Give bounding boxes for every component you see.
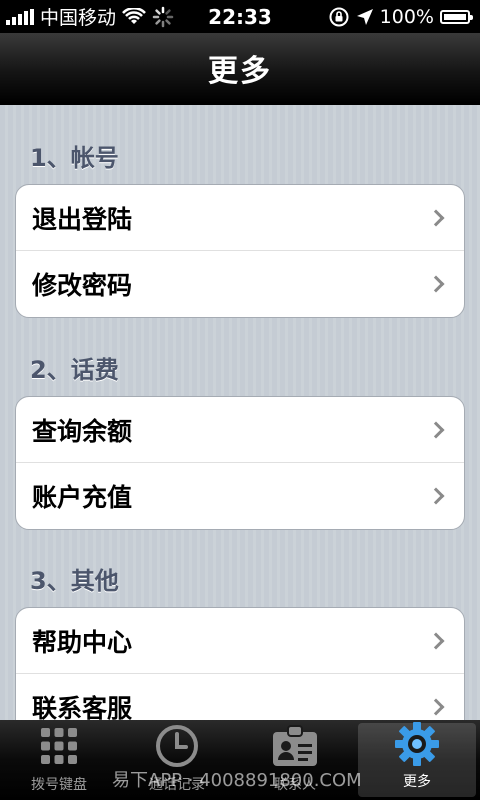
- row-label: 退出登陆: [32, 204, 133, 234]
- group-account: 退出登陆 修改密码: [15, 184, 465, 318]
- group-billing: 查询余额 账户充值: [15, 396, 465, 530]
- gear-icon: [393, 721, 441, 767]
- tab-label: 拨号键盘: [31, 777, 87, 793]
- row-label: 查询余额: [32, 416, 133, 446]
- group-other: 帮助中心 联系客服: [15, 607, 465, 720]
- wifi-icon: [122, 7, 146, 24]
- chevron-right-icon: [427, 209, 445, 226]
- help-center-row[interactable]: 帮助中心: [16, 608, 464, 674]
- contact-support-row[interactable]: 联系客服: [16, 674, 464, 720]
- contact-card-icon: [271, 722, 319, 770]
- row-label: 帮助中心: [32, 627, 133, 657]
- row-label: 修改密码: [32, 271, 133, 300]
- nav-bar: 更多: [0, 33, 480, 105]
- recharge-row[interactable]: 账户充值: [16, 463, 464, 529]
- rotation-lock-icon: [329, 7, 349, 26]
- tab-keypad[interactable]: 拨号键盘: [0, 720, 118, 800]
- tab-label: 更多: [403, 774, 431, 790]
- status-bar: 中国移动 22:33 100%: [0, 0, 480, 33]
- loading-spinner-icon: [152, 6, 174, 27]
- change-password-row[interactable]: 修改密码: [16, 251, 464, 317]
- section-header-other: 3、其他: [30, 567, 119, 595]
- watermark-text: 易下APP · 4008891800.COM: [112, 770, 362, 791]
- row-label: 账户充值: [32, 483, 133, 512]
- clock-icon: [153, 722, 201, 770]
- carrier-name: 中国移动: [40, 7, 117, 29]
- chevron-right-icon: [427, 275, 445, 293]
- logout-row[interactable]: 退出登陆: [16, 185, 464, 251]
- check-balance-row[interactable]: 查询余额: [16, 397, 464, 463]
- chevron-right-icon: [427, 421, 445, 438]
- keypad-icon: [35, 722, 83, 770]
- chevron-right-icon: [427, 698, 445, 716]
- page-title: 更多: [208, 54, 272, 89]
- battery-icon: [440, 9, 473, 24]
- signal-icon: [6, 8, 34, 25]
- settings-list[interactable]: 1、帐号 退出登陆 修改密码 2、话费 查询余额 账户充值 3、其他 帮助中心 …: [0, 105, 480, 720]
- location-arrow-icon: [356, 8, 373, 25]
- battery-percent: 100%: [379, 5, 434, 28]
- chevron-right-icon: [427, 487, 445, 505]
- section-header-billing: 2、话费: [30, 356, 119, 384]
- row-label: 联系客服: [32, 694, 133, 720]
- chevron-right-icon: [427, 632, 445, 649]
- section-header-account: 1、帐号: [30, 144, 119, 172]
- tab-more[interactable]: 更多: [358, 721, 476, 797]
